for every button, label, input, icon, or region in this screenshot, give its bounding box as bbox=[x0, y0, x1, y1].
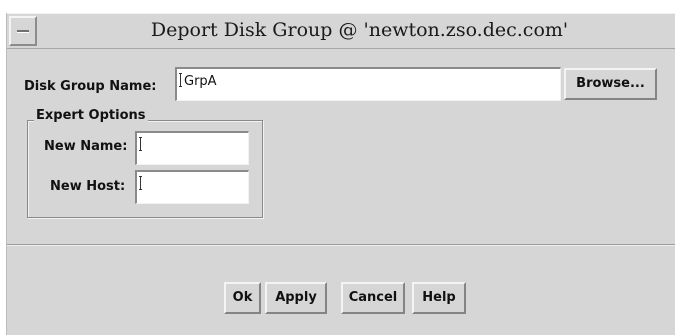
apply-button[interactable]: Apply bbox=[265, 282, 327, 314]
disk-group-name-value: GrpA bbox=[184, 74, 217, 89]
deport-dialog-window: Deport Disk Group @ 'newton.zso.dec.com'… bbox=[6, 13, 675, 335]
ok-button[interactable]: Ok bbox=[224, 282, 261, 314]
new-host-label: New Host: bbox=[50, 179, 126, 194]
new-name-label: New Name: bbox=[44, 139, 128, 154]
disk-group-name-label: Disk Group Name: bbox=[24, 79, 157, 94]
title-bar[interactable]: Deport Disk Group @ 'newton.zso.dec.com' bbox=[7, 13, 675, 49]
window-menu-button[interactable] bbox=[9, 16, 37, 46]
text-cursor bbox=[139, 176, 142, 190]
text-cursor bbox=[179, 73, 182, 87]
new-name-input[interactable] bbox=[135, 131, 249, 165]
new-host-input[interactable] bbox=[135, 170, 249, 204]
expert-options-title: Expert Options bbox=[34, 108, 148, 123]
browse-button[interactable]: Browse... bbox=[564, 68, 657, 100]
text-cursor bbox=[139, 137, 142, 151]
button-separator bbox=[7, 244, 675, 246]
window-title: Deport Disk Group @ 'newton.zso.dec.com' bbox=[150, 19, 569, 41]
help-button[interactable]: Help bbox=[412, 282, 466, 314]
cancel-button[interactable]: Cancel bbox=[341, 282, 405, 314]
window-menu-icon bbox=[17, 30, 29, 33]
disk-group-name-input[interactable]: GrpA bbox=[175, 67, 561, 101]
